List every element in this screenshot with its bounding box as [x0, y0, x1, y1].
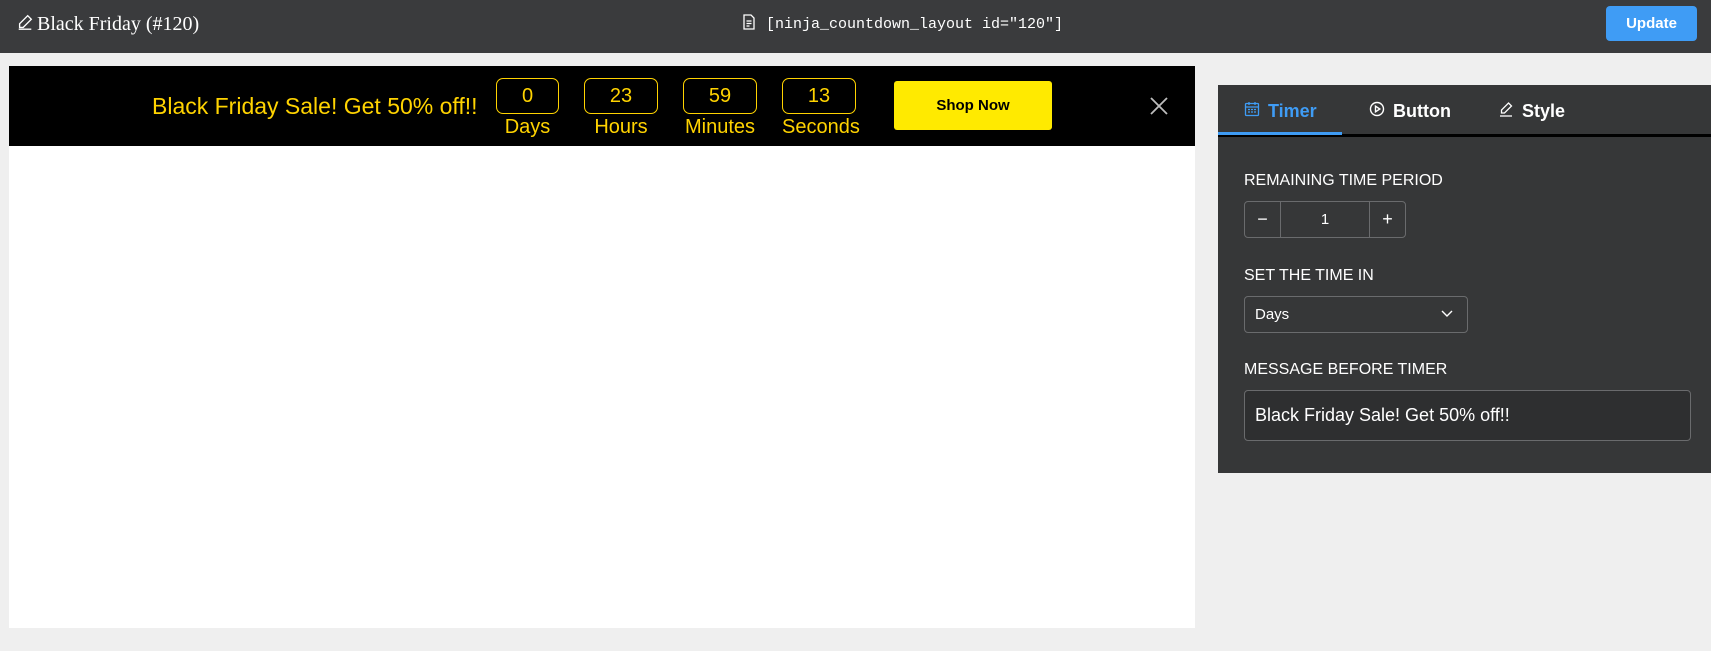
- active-tab-indicator: [1218, 132, 1342, 135]
- top-bar: Black Friday (#120) [ninja_countdown_lay…: [0, 0, 1711, 53]
- message-input[interactable]: [1244, 390, 1691, 441]
- countdown-seconds-value: 13: [782, 78, 856, 114]
- countdown-minutes: 59 Minutes: [683, 78, 757, 139]
- countdown-minutes-label: Minutes: [684, 116, 756, 138]
- increment-button[interactable]: +: [1370, 202, 1405, 237]
- settings-panel: Timer Button Style REMAINING TIME PERIOD…: [1218, 85, 1711, 473]
- remaining-time-value[interactable]: 1: [1280, 202, 1370, 237]
- countdown-days: 0 Days: [496, 78, 559, 139]
- close-icon[interactable]: [1147, 94, 1171, 118]
- remaining-time-label: REMAINING TIME PERIOD: [1244, 172, 1443, 189]
- document-icon: [742, 14, 756, 35]
- countdown-banner: Black Friday Sale! Get 50% off!! 0 Days …: [9, 66, 1195, 146]
- countdown-seconds-label: Seconds: [782, 116, 860, 138]
- countdown-days-label: Days: [504, 116, 551, 138]
- pencil-icon: [16, 13, 34, 36]
- countdown-days-value: 0: [496, 78, 559, 114]
- message-label: MESSAGE BEFORE TIMER: [1244, 361, 1448, 378]
- decrement-button[interactable]: −: [1245, 202, 1280, 237]
- countdown-hours-value: 23: [584, 78, 658, 114]
- tab-style[interactable]: Style: [1498, 85, 1565, 137]
- tab-style-label: Style: [1522, 100, 1566, 121]
- time-unit-select[interactable]: Days: [1244, 296, 1468, 333]
- tab-timer-label: Timer: [1268, 100, 1317, 121]
- shortcode-text[interactable]: [ninja_countdown_layout id="120"]: [766, 16, 1063, 33]
- countdown-minutes-value: 59: [683, 78, 757, 114]
- settings-tabs: Timer Button Style: [1218, 85, 1711, 137]
- tab-timer[interactable]: Timer: [1244, 85, 1317, 137]
- play-circle-icon: [1369, 101, 1385, 122]
- shortcode-group: [ninja_countdown_layout id="120"]: [742, 14, 1063, 35]
- remaining-time-stepper: − 1 +: [1244, 201, 1406, 238]
- title-group: Black Friday (#120): [16, 13, 199, 36]
- pencil-icon: [1498, 101, 1514, 122]
- banner-message: Black Friday Sale! Get 50% off!!: [152, 93, 478, 119]
- tab-button-label: Button: [1393, 100, 1451, 121]
- update-button[interactable]: Update: [1606, 6, 1697, 41]
- shop-now-button[interactable]: Shop Now: [894, 81, 1052, 130]
- countdown-hours-label: Hours: [594, 116, 648, 138]
- countdown-hours: 23 Hours: [584, 78, 658, 139]
- countdown-seconds: 13 Seconds: [782, 78, 860, 139]
- preview-area: Black Friday Sale! Get 50% off!! 0 Days …: [9, 66, 1195, 628]
- page-title: Black Friday (#120): [37, 13, 200, 35]
- tab-button[interactable]: Button: [1369, 85, 1451, 137]
- time-unit-value: Days: [1255, 306, 1290, 323]
- calendar-icon: [1244, 101, 1260, 122]
- time-unit-label: SET THE TIME IN: [1244, 267, 1374, 284]
- chevron-down-icon: [1439, 305, 1455, 325]
